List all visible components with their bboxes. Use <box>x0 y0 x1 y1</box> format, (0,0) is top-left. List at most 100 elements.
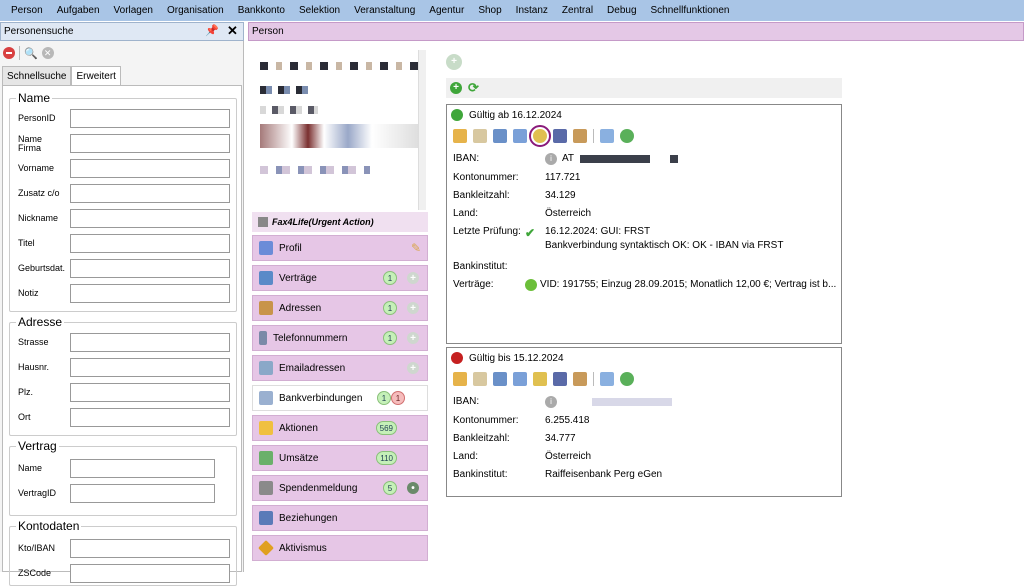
edit-icon[interactable] <box>453 129 467 143</box>
nav-emailadressen[interactable]: Emailadressen + <box>252 355 428 381</box>
bank-remove-icon[interactable] <box>553 129 567 143</box>
add-account-icon[interactable]: + <box>450 82 462 94</box>
field-ort: Ort <box>18 408 230 427</box>
menu-agentur[interactable]: Agentur <box>422 5 471 16</box>
menu-zentral[interactable]: Zentral <box>555 5 600 16</box>
user-icon[interactable] <box>573 129 587 143</box>
menu-schnellfunktionen[interactable]: Schnellfunktionen <box>644 5 737 16</box>
nav-vertraege[interactable]: Verträge 1 + <box>252 265 428 291</box>
pruefung-line1: 16.12.2024: GUI: FRST <box>545 226 651 237</box>
nav-adressen[interactable]: Adressen 1 + <box>252 295 428 321</box>
user-icon[interactable] <box>573 372 587 386</box>
field-label: PersonID <box>18 113 56 123</box>
menu-veranstaltung[interactable]: Veranstaltung <box>347 5 422 16</box>
menu-bar: Person Aufgaben Vorlagen Organisation Ba… <box>0 0 1024 21</box>
stop-icon[interactable] <box>3 47 15 59</box>
notiz-input[interactable] <box>70 284 230 303</box>
nav-telefonnummern[interactable]: Telefonnummern 1 + <box>252 325 428 351</box>
menu-person[interactable]: Person <box>4 5 50 16</box>
field-label: Hausnr. <box>18 362 50 372</box>
institut-value: Raiffeisenbank Perg eGen <box>545 469 663 480</box>
money-icon <box>259 451 273 465</box>
nickname-input[interactable] <box>70 209 230 228</box>
strasse-input[interactable] <box>70 333 230 352</box>
vertragid-input[interactable] <box>70 484 215 503</box>
field-label: Nickname <box>18 213 59 223</box>
check-clock-icon[interactable] <box>529 125 551 147</box>
nav-umsaetze[interactable]: Umsätze 110 <box>252 445 428 471</box>
nav-beziehungen[interactable]: Beziehungen <box>252 505 428 531</box>
menu-aufgaben[interactable]: Aufgaben <box>50 5 107 16</box>
copy-icon[interactable] <box>600 372 614 386</box>
clock-icon[interactable] <box>513 129 527 143</box>
menu-shop[interactable]: Shop <box>471 5 508 16</box>
add-icon[interactable]: + <box>407 362 419 374</box>
zscode-input[interactable] <box>70 564 230 583</box>
field-name-firma: Name Firma <box>18 134 230 153</box>
add-icon[interactable]: + <box>446 54 462 70</box>
calendar-icon[interactable] <box>493 129 507 143</box>
menu-debug[interactable]: Debug <box>600 5 643 16</box>
nav-aktionen[interactable]: Aktionen 569 <box>252 415 428 441</box>
search-icon[interactable]: 🔍 <box>24 47 38 60</box>
label-institut: Bankinstitut: <box>453 469 508 480</box>
pencil-icon[interactable]: ✎ <box>411 241 421 255</box>
tab-schnellsuche[interactable]: Schnellsuche <box>2 66 72 86</box>
menu-selektion[interactable]: Selektion <box>292 5 347 16</box>
tab-erweitert[interactable]: Erweitert <box>71 66 121 86</box>
account-header: Gültig ab 16.12.2024 <box>451 109 562 121</box>
row-land: Land: Österreich <box>453 451 591 462</box>
titel-input[interactable] <box>70 234 230 253</box>
edit-icon[interactable] <box>453 372 467 386</box>
status-icon[interactable]: • <box>407 482 419 494</box>
calendar-icon[interactable] <box>493 372 507 386</box>
personid-input[interactable] <box>70 109 230 128</box>
menu-instanz[interactable]: Instanz <box>509 5 555 16</box>
nav-bankverbindungen[interactable]: Bankverbindungen 1 1 <box>252 385 428 411</box>
bank-remove-icon[interactable] <box>553 372 567 386</box>
check-clock-icon[interactable] <box>533 372 547 386</box>
hausnr-input[interactable] <box>70 358 230 377</box>
clear-icon[interactable]: ✕ <box>41 47 54 59</box>
vertrag-name-input[interactable] <box>70 459 215 478</box>
nav-label: Verträge <box>279 272 317 284</box>
kontonummer-value: 6.255.418 <box>545 415 590 426</box>
row-institut: Bankinstitut: <box>453 261 545 272</box>
field-label: Ort <box>18 412 31 422</box>
menu-vorlagen[interactable]: Vorlagen <box>107 5 160 16</box>
field-kto-iban: Kto/IBAN <box>18 539 230 558</box>
pin-icon[interactable]: 📌 <box>205 24 219 37</box>
refresh-icon[interactable] <box>620 372 634 386</box>
phone-icon <box>259 331 267 345</box>
menu-organisation[interactable]: Organisation <box>160 5 231 16</box>
scrollbar[interactable] <box>418 50 426 210</box>
add-icon[interactable]: + <box>407 302 419 314</box>
kto-iban-input[interactable] <box>70 539 230 558</box>
ort-input[interactable] <box>70 408 230 427</box>
vorname-input[interactable] <box>70 159 230 178</box>
clock-icon[interactable] <box>513 372 527 386</box>
nav-spendenmeldung[interactable]: Spendenmeldung 5 • <box>252 475 428 501</box>
nav-aktivismus[interactable]: Aktivismus <box>252 535 428 561</box>
menu-bankkonto[interactable]: Bankkonto <box>231 5 292 16</box>
plz-input[interactable] <box>70 383 230 402</box>
field-nickname: Nickname <box>18 209 230 228</box>
vertraege-value[interactable]: VID: 191755; Einzug 28.09.2015; Monatlic… <box>540 279 840 291</box>
geburtsdat-input[interactable] <box>70 259 230 278</box>
refresh-icon[interactable] <box>620 129 634 143</box>
zusatz-input[interactable] <box>70 184 230 203</box>
name-firma-input[interactable] <box>70 134 230 153</box>
field-label: Zusatz c/o <box>18 188 60 198</box>
refresh-icon[interactable]: ⟳ <box>468 80 479 96</box>
edit-document-icon[interactable] <box>473 129 487 143</box>
add-icon[interactable]: + <box>407 272 419 284</box>
edit-document-icon[interactable] <box>473 372 487 386</box>
nav-profil[interactable]: Profil ✎ <box>252 235 428 261</box>
close-icon[interactable]: ✕ <box>227 23 238 39</box>
institution-icon <box>259 481 273 495</box>
info-icon[interactable]: i <box>545 396 557 408</box>
copy-icon[interactable] <box>600 129 614 143</box>
info-icon[interactable]: i <box>545 153 557 165</box>
field-geburtsdat: Geburtsdat. <box>18 259 230 278</box>
add-icon[interactable]: + <box>407 332 419 344</box>
